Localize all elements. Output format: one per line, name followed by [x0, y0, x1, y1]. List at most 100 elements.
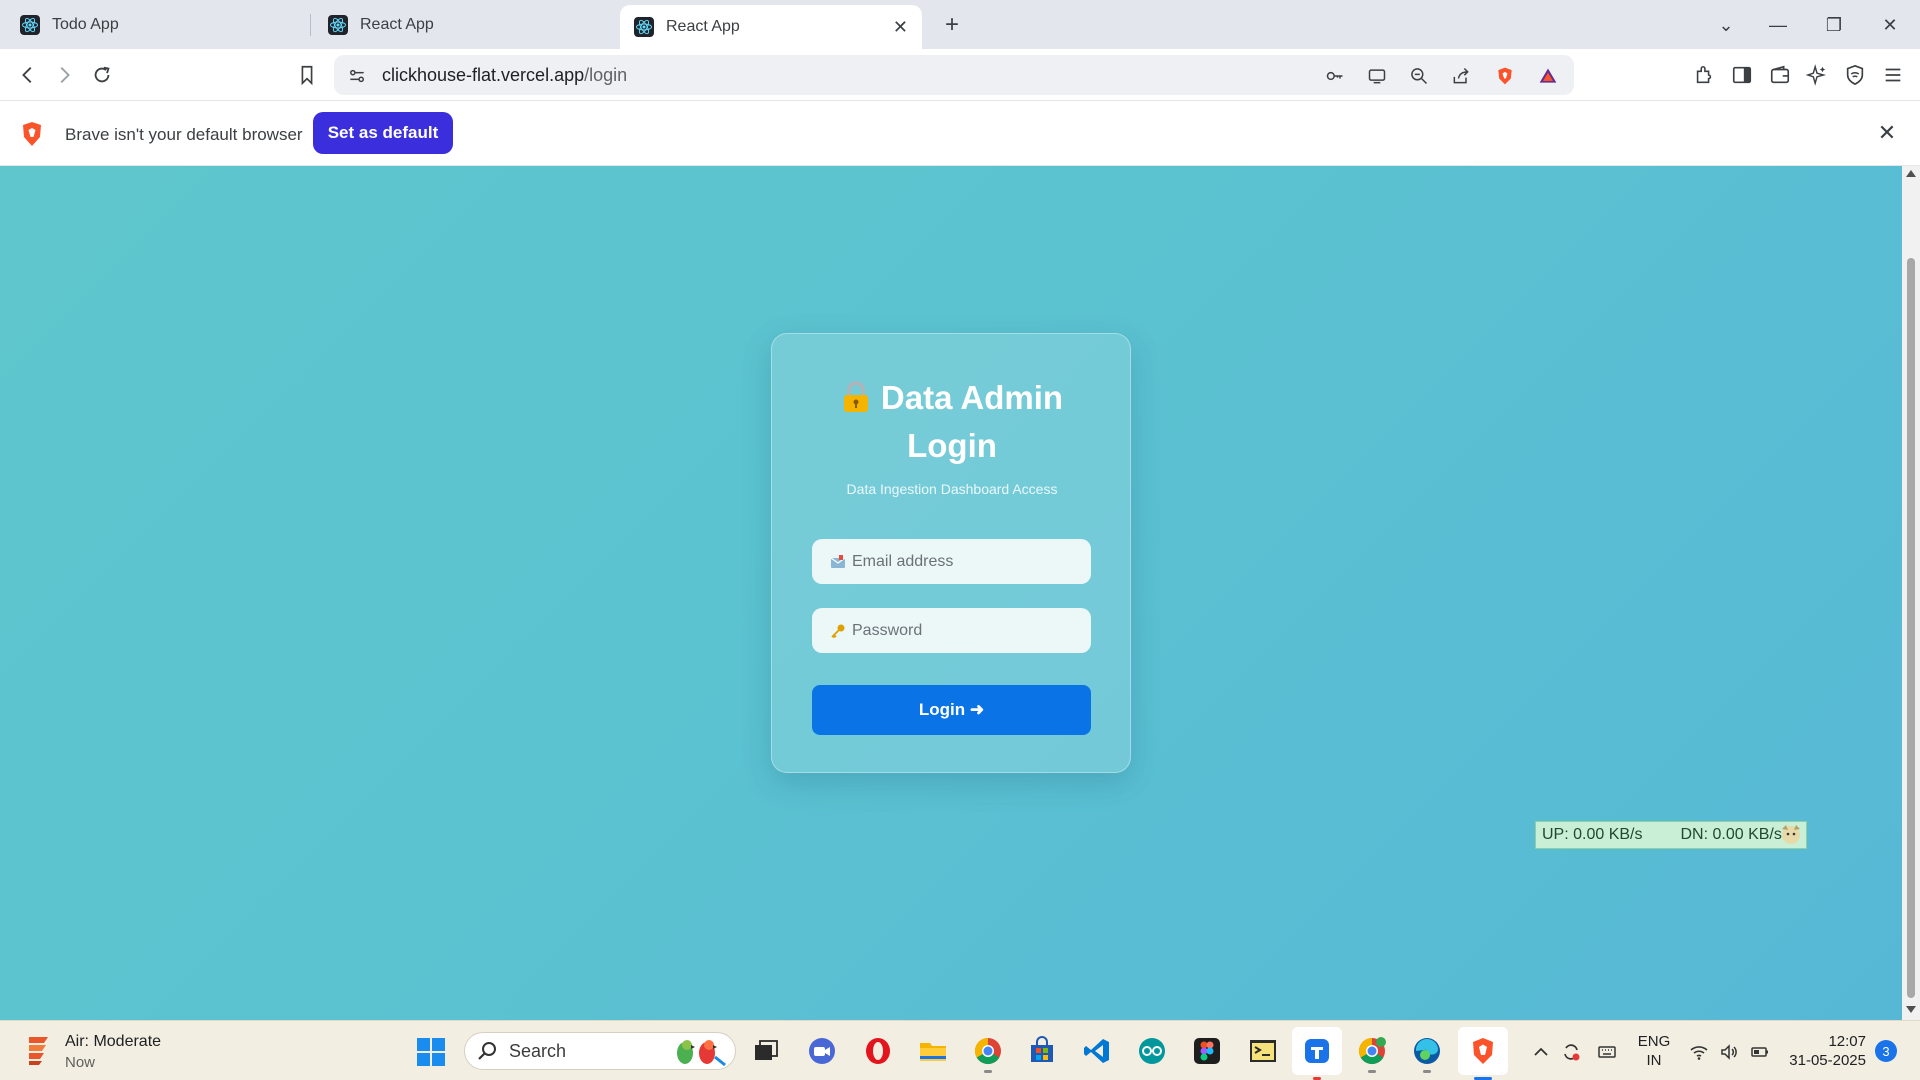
tab-title: React App — [666, 18, 740, 35]
opera-app[interactable] — [861, 1034, 895, 1068]
scroll-up-arrow-icon[interactable] — [1906, 170, 1916, 177]
arduino-icon — [1139, 1038, 1165, 1064]
bookmark-button[interactable] — [291, 59, 323, 91]
email-field[interactable]: Email address — [812, 539, 1091, 584]
figma-icon — [1194, 1038, 1220, 1064]
password-field[interactable]: Password — [812, 608, 1091, 653]
vscode-icon — [1084, 1039, 1109, 1063]
edge-app[interactable] — [1410, 1034, 1444, 1073]
close-window-button[interactable]: ✕ — [1874, 10, 1906, 40]
email-placeholder: Email address — [852, 552, 954, 570]
battery-icon[interactable] — [1748, 1040, 1772, 1064]
upload-speed: UP: 0.00 KB/s — [1542, 826, 1643, 843]
minimize-button[interactable]: — — [1762, 10, 1794, 40]
brave-logo-icon — [23, 122, 41, 146]
login-title-line2: Login — [907, 427, 997, 464]
chrome-icon — [974, 1037, 1001, 1065]
taskbar-search[interactable]: Search — [464, 1032, 736, 1070]
brave-rewards-icon[interactable] — [1537, 65, 1559, 87]
tab-react-app-active[interactable]: React App ✕ — [620, 5, 922, 49]
language-line2: IN — [1646, 1052, 1662, 1069]
menu-icon[interactable] — [1880, 62, 1906, 88]
close-tab-icon[interactable]: ✕ — [893, 17, 908, 38]
url-text[interactable]: clickhouse-flat.vercel.app/login — [382, 65, 627, 86]
tab-title: Todo App — [52, 16, 119, 33]
restore-button[interactable]: ❐ — [1818, 10, 1850, 40]
extensions-icon[interactable] — [1691, 62, 1717, 88]
tab-title: React App — [360, 16, 434, 33]
weather-main-text[interactable]: Air: Moderate — [65, 1033, 161, 1051]
windows-taskbar: Air: Moderate Now Search ENG IN 12:07 31… — [0, 1020, 1920, 1080]
todo-app[interactable] — [1292, 1027, 1342, 1080]
running-indicator — [1368, 1070, 1376, 1073]
terminal-app[interactable] — [1246, 1034, 1280, 1068]
task-view-app[interactable] — [749, 1034, 783, 1068]
scroll-down-arrow-icon[interactable] — [1906, 1006, 1916, 1013]
chrome-app[interactable] — [971, 1034, 1005, 1073]
network-monitor-widget: UP: 0.00 KB/s DN: 0.00 KB/s — [1535, 821, 1807, 849]
url-path: /login — [584, 65, 628, 85]
zoom-app[interactable] — [805, 1034, 839, 1068]
close-infobar-icon[interactable]: ✕ — [1874, 120, 1900, 146]
brave-icon — [1473, 1038, 1493, 1064]
todo-icon — [1305, 1039, 1329, 1063]
wallet-icon[interactable] — [1767, 62, 1793, 88]
running-indicator — [984, 1070, 992, 1073]
zoom-out-icon[interactable] — [1408, 65, 1430, 87]
share-icon[interactable] — [1450, 65, 1472, 87]
forward-icon — [60, 67, 70, 83]
file-explorer-app[interactable] — [916, 1034, 950, 1068]
react-favicon-icon — [634, 17, 654, 37]
tab-react-app[interactable]: React App — [314, 5, 612, 45]
bookmark-icon — [301, 65, 313, 86]
login-title: Data Admin Login — [772, 374, 1132, 470]
site-settings-icon[interactable] — [346, 65, 368, 87]
windows-start-icon[interactable] — [416, 1037, 446, 1067]
air-quality-icon[interactable] — [26, 1033, 52, 1067]
reload-button[interactable] — [86, 59, 118, 91]
tab-todo-app[interactable]: Todo App — [6, 5, 304, 45]
vscode-app[interactable] — [1080, 1034, 1114, 1068]
set-as-default-button[interactable]: Set as default — [313, 112, 453, 154]
arduino-app[interactable] — [1135, 1034, 1169, 1068]
wifi-icon[interactable] — [1687, 1040, 1711, 1064]
download-speed: DN: 0.00 KB/s — [1680, 826, 1782, 843]
tab-search-button[interactable]: ⌄ — [1710, 10, 1742, 40]
notification-badge[interactable]: 3 — [1875, 1040, 1897, 1062]
address-bar[interactable]: clickhouse-flat.vercel.app/login — [334, 55, 1574, 95]
tab-strip: Todo App React App React App ✕ + ⌄ — ❐ ✕ — [0, 0, 1920, 49]
login-button[interactable]: Login ➜ — [812, 685, 1091, 735]
leo-ai-icon[interactable] — [1804, 62, 1830, 88]
key-icon — [830, 623, 846, 639]
brave-app[interactable] — [1458, 1027, 1508, 1080]
password-key-icon[interactable] — [1324, 65, 1346, 87]
mascot-icon — [1782, 825, 1800, 844]
sidebar-icon[interactable] — [1729, 62, 1755, 88]
keyboard-icon[interactable] — [1595, 1040, 1619, 1064]
show-hidden-icons-icon[interactable] — [1529, 1040, 1553, 1064]
language-line1: ENG — [1637, 1033, 1671, 1050]
login-title-line1: Data Admin — [880, 379, 1064, 416]
browser-toolbar: clickhouse-flat.vercel.app/login — [0, 49, 1920, 101]
figma-app[interactable] — [1190, 1034, 1224, 1068]
chrome-profile-app[interactable] — [1355, 1034, 1389, 1073]
lock-key-icon — [843, 381, 868, 412]
page-viewport: Data Admin Login Data Ingestion Dashboar… — [0, 166, 1902, 1020]
back-icon — [22, 67, 32, 83]
vertical-scrollbar[interactable] — [1902, 166, 1920, 1020]
language-indicator[interactable]: ENG IN — [1637, 1032, 1671, 1070]
volume-icon[interactable] — [1717, 1040, 1741, 1064]
cast-icon[interactable] — [1366, 65, 1388, 87]
scrollbar-thumb[interactable] — [1907, 258, 1915, 998]
parrots-illustration-icon — [677, 1040, 726, 1067]
forward-button[interactable] — [48, 59, 80, 91]
sync-tray-icon[interactable] — [1559, 1040, 1583, 1064]
microsoft-store-app[interactable] — [1025, 1034, 1059, 1068]
new-tab-button[interactable]: + — [937, 10, 967, 40]
system-clock[interactable]: 12:07 31-05-2025 — [1786, 1032, 1866, 1070]
back-button[interactable] — [12, 59, 44, 91]
chrome-profile-icon — [1358, 1037, 1386, 1065]
vpn-icon[interactable] — [1842, 62, 1868, 88]
brave-shields-icon[interactable] — [1494, 65, 1516, 87]
default-browser-infobar: Brave isn't your default browser Set as … — [0, 101, 1920, 166]
